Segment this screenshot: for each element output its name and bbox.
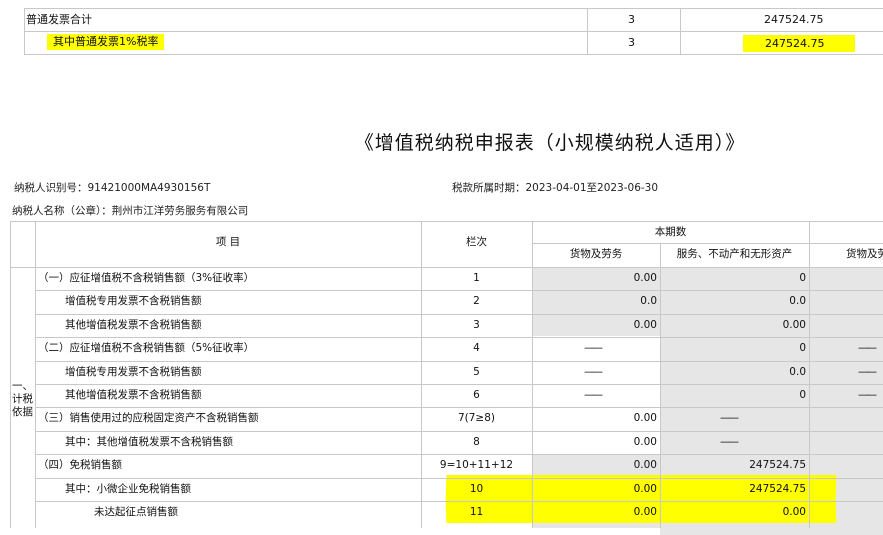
row-services-value: 0.00 [782,506,806,518]
row-column-no: 2 [473,295,480,307]
row-item: 增值税专用发票不含税销售额 [65,366,202,378]
header-services: 服务、不动产和无形资产 [676,248,793,260]
row-column-no: 10 [469,483,484,495]
row-item: 其中：其他增值税发票不含税销售额 [65,436,233,448]
row-extra-dash: —— [858,366,877,378]
row-services-value: 0.00 [782,319,806,331]
row-item: 其他增值税发票不含税销售额 [65,319,202,331]
row-item: 其他增值税发票不含税销售额 [65,389,202,401]
row-services-value: 247524.75 [749,459,806,471]
row-item: （四）免税销售额 [38,459,122,471]
row-goods-dash: —— [584,389,603,401]
header-column-no: 栏次 [466,236,487,248]
header-current-period: 本期数 [654,226,687,238]
row-services-value: 0 [799,389,806,401]
row-services-dash: —— [720,436,739,448]
row-column-no: 11 [469,506,484,518]
row-services-value: 0.0 [789,295,806,307]
row-item: 未达起征点销售额 [94,506,178,518]
row-goods-value: 0.00 [633,272,657,284]
row-column-no: 6 [473,389,480,401]
section-label: 计税 [12,393,33,405]
row-extra-dash: —— [858,389,877,401]
row-goods-value: 0.00 [633,459,657,471]
row-goods-value: 0.00 [633,319,657,331]
header-goods: 货物及劳务 [569,248,623,260]
header-goods-partial: 货物及劳 [846,248,883,260]
section-label: 一、 [12,380,33,392]
row-services-value: 0.0 [789,366,806,378]
row-goods-dash: —— [584,342,603,354]
declaration-table: 项 目 栏次 本期数 货物及劳务 服务、不动产和无形资产 货物及劳 一、 计税 … [0,0,883,535]
row-extra-dash: —— [858,342,877,354]
row-item: 增值税专用发票不含税销售额 [65,295,202,307]
row-services-dash: —— [720,412,739,424]
row-column-no: 5 [473,366,480,378]
row-goods-value: 0.00 [633,436,657,448]
row-goods-value: 0.00 [633,412,657,424]
row-column-no: 3 [473,319,480,331]
row-item: 其中：小微企业免税销售额 [65,483,191,495]
row-column-no: 1 [473,272,480,284]
row-goods-value: 0.00 [633,506,657,518]
section-label: 依据 [12,406,33,418]
row-item: （二）应征增值税不含税销售额（5%征收率） [38,342,255,354]
row-item: （三）销售使用过的应税固定资产不含税销售额 [38,412,259,424]
row-services-value: 247524.75 [749,483,806,495]
row-column-no: 4 [473,342,480,354]
row-column-no: 8 [473,436,480,448]
row-goods-dash: —— [584,366,603,378]
row-services-value: 0 [799,272,806,284]
row-item: （一）应征增值税不含税销售额（3%征收率） [38,272,255,284]
header-item: 项 目 [215,236,241,248]
row-column-no: 9=10+11+12 [439,459,514,471]
row-column-no: 7(7≥8) [457,412,496,424]
row-goods-value: 0.00 [633,483,657,495]
row-goods-value: 0.0 [640,295,657,307]
row-services-value: 0 [799,342,806,354]
